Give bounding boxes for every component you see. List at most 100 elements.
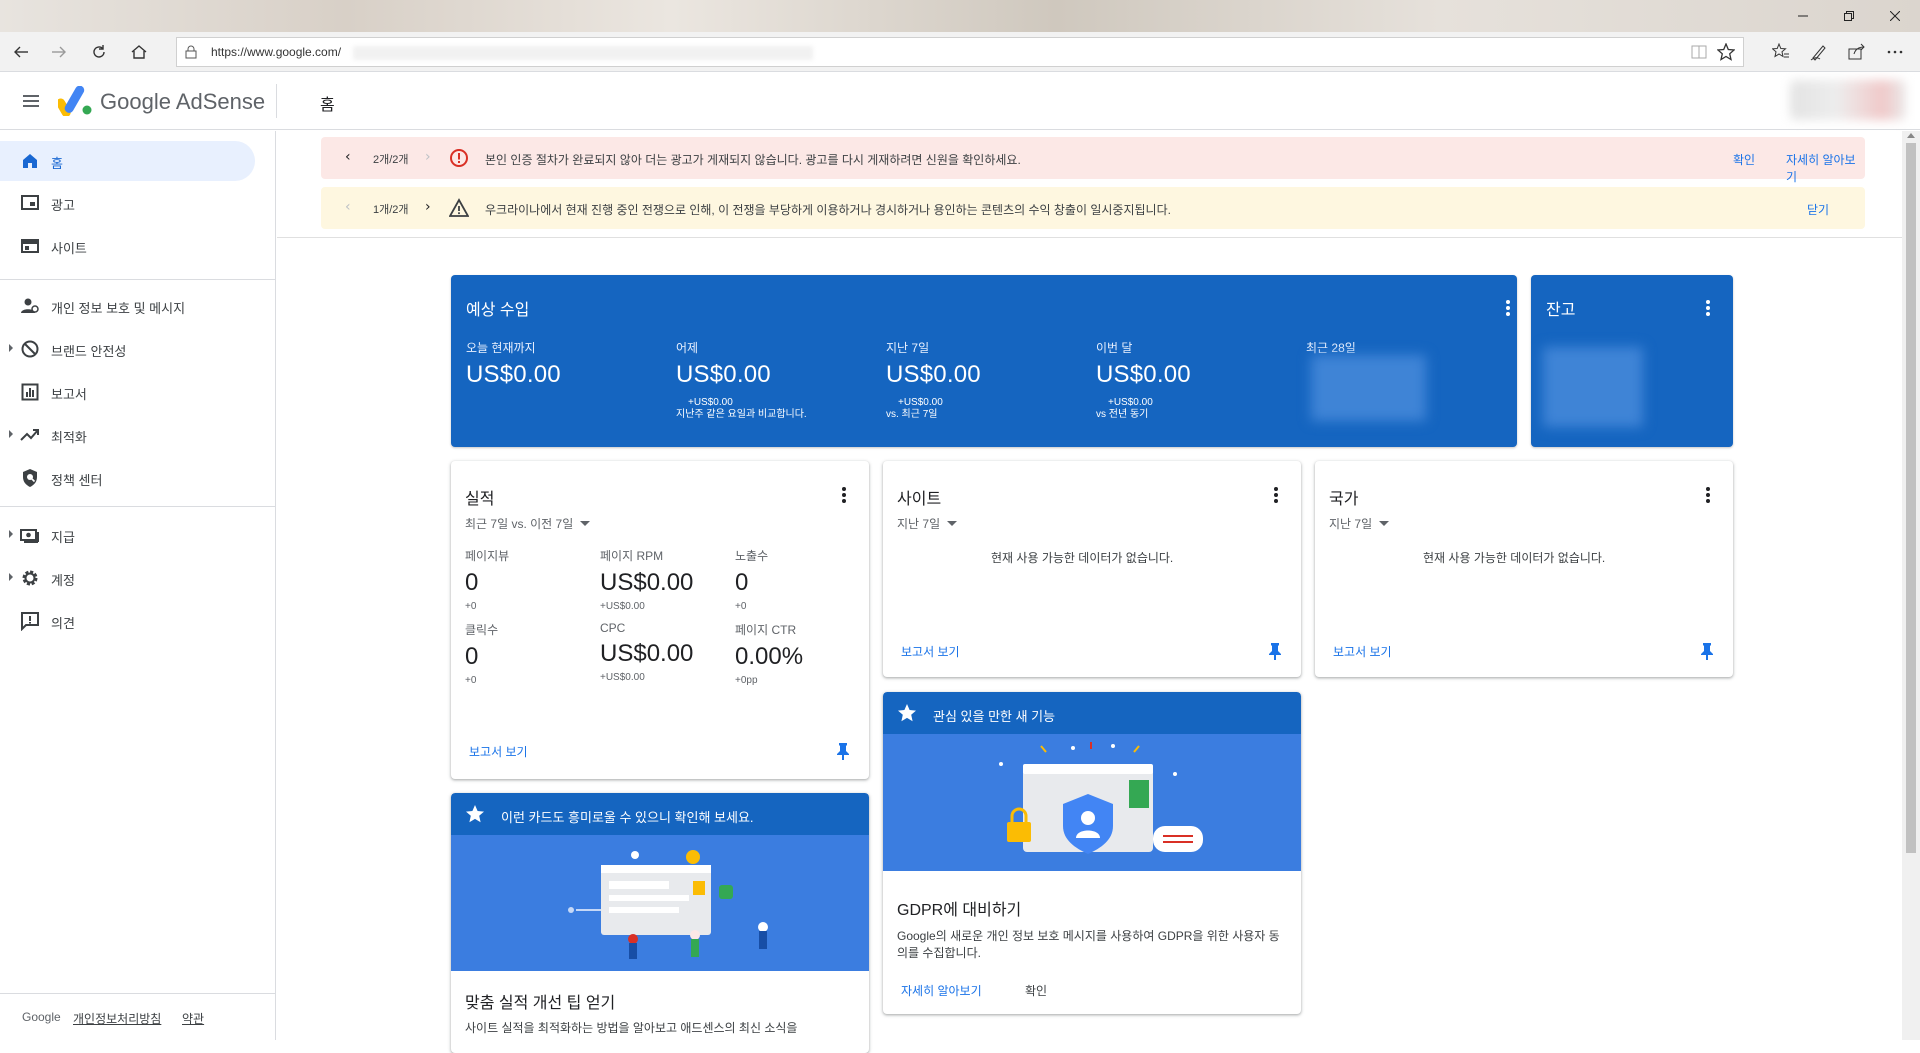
new-feature-promo-card: 관심 있을 만한 새 기능 GDPR에 대비하기 Google의 새로운 개인 … bbox=[883, 692, 1301, 1014]
restore-button[interactable] bbox=[1826, 0, 1872, 32]
more-vert-icon[interactable] bbox=[1274, 487, 1278, 503]
account-avatar[interactable] bbox=[1790, 80, 1906, 120]
sidebar-item-ads[interactable]: 광고 bbox=[0, 183, 255, 223]
favorites-list-icon bbox=[1772, 43, 1789, 58]
pin-icon[interactable] bbox=[1267, 642, 1283, 660]
sidebar-item-account[interactable]: 계정 bbox=[0, 558, 255, 598]
terms-link[interactable]: 약관 bbox=[182, 1010, 204, 1027]
sidebar-item-sites[interactable]: 사이트 bbox=[0, 226, 255, 266]
sidebar-item-label: 개인 정보 보호 및 메시지 bbox=[51, 301, 186, 316]
earnings-last-28-days: 최근 28일 bbox=[1306, 339, 1356, 356]
back-arrow-icon bbox=[14, 46, 28, 58]
share-button[interactable] bbox=[1842, 38, 1872, 66]
metric-delta: +US$0.00 bbox=[600, 672, 645, 683]
reading-view-icon[interactable] bbox=[1691, 44, 1707, 60]
hamburger-menu-icon[interactable] bbox=[20, 89, 44, 113]
blurred-28-day-value bbox=[1311, 355, 1426, 421]
trending-up-icon bbox=[20, 429, 39, 441]
home-icon bbox=[23, 154, 37, 168]
sidebar-item-optimization[interactable]: 최적화 bbox=[0, 415, 255, 455]
sidebar-item-label: 지급 bbox=[51, 530, 75, 545]
view-report-link[interactable]: 보고서 보기 bbox=[901, 643, 960, 660]
sidebar-item-brand-safety[interactable]: 브랜드 안전성 bbox=[0, 329, 255, 369]
metric-clicks: 클릭수 0 +0 bbox=[465, 621, 498, 686]
metric-label: 어제 bbox=[676, 341, 699, 355]
more-vert-icon[interactable] bbox=[1706, 300, 1710, 316]
sidebar-item-policy-center[interactable]: 정책 센터 bbox=[0, 458, 255, 498]
sidebar-item-label: 보고서 bbox=[51, 387, 87, 402]
next-notice-icon[interactable]: › bbox=[425, 149, 431, 165]
metric-delta: +0 bbox=[735, 601, 747, 612]
view-report-link[interactable]: 보고서 보기 bbox=[1333, 643, 1392, 660]
verification-alert-banner: ‹ 2개/2개 › 본인 인증 절차가 완료되지 않아 더는 광고가 게재되지 … bbox=[321, 137, 1865, 184]
more-vert-icon[interactable] bbox=[1706, 487, 1710, 503]
learn-more-link[interactable]: 자세히 알아보기 bbox=[1786, 151, 1865, 185]
sidebar-item-payments[interactable]: 지급 bbox=[0, 515, 255, 555]
metric-label: 클릭수 bbox=[465, 623, 499, 637]
minimize-button[interactable] bbox=[1780, 0, 1826, 32]
refresh-icon bbox=[93, 45, 105, 58]
refresh-button[interactable] bbox=[84, 38, 114, 66]
sidebar-item-label: 계정 bbox=[51, 573, 75, 588]
promo-header-text: 관심 있을 만한 새 기능 bbox=[933, 709, 1056, 724]
empty-state-text: 현재 사용 가능한 데이터가 없습니다. bbox=[991, 551, 1174, 565]
metric-delta: +US$0.00 bbox=[1108, 397, 1153, 408]
more-vert-icon[interactable] bbox=[842, 487, 846, 503]
address-bar[interactable]: https://www.google.com/ bbox=[176, 37, 1744, 67]
privacy-icon bbox=[21, 298, 39, 313]
sidebar-item-feedback[interactable]: 의견 bbox=[0, 601, 255, 641]
empty-state-text: 현재 사용 가능한 데이터가 없습니다. bbox=[1423, 551, 1606, 565]
more-menu-button[interactable] bbox=[1880, 38, 1910, 66]
ads-icon bbox=[21, 195, 39, 210]
previous-notice-icon[interactable]: ‹ bbox=[345, 149, 351, 165]
expand-caret-icon[interactable] bbox=[9, 344, 13, 352]
metric-label: 이번 달 bbox=[1096, 341, 1133, 355]
favorites-hub-button[interactable] bbox=[1766, 38, 1796, 66]
back-button[interactable] bbox=[6, 38, 36, 66]
learn-more-link[interactable]: 자세히 알아보기 bbox=[901, 982, 982, 999]
expand-caret-icon[interactable] bbox=[9, 573, 13, 581]
favorite-star-icon[interactable] bbox=[1717, 43, 1735, 61]
adsense-logo-icon[interactable] bbox=[58, 86, 92, 116]
forward-button[interactable] bbox=[44, 38, 74, 66]
expand-caret-icon[interactable] bbox=[9, 530, 13, 538]
confirm-identity-button[interactable]: 확인 bbox=[1733, 151, 1755, 168]
brand-name[interactable]: Google AdSense bbox=[100, 89, 265, 115]
date-range-dropdown[interactable]: 지난 7일 bbox=[1329, 515, 1390, 532]
metric-value: US$0.00 bbox=[600, 640, 694, 667]
forward-arrow-icon bbox=[52, 46, 66, 58]
sidebar-item-reports[interactable]: 보고서 bbox=[0, 372, 255, 412]
sidebar-item-label: 사이트 bbox=[51, 241, 87, 256]
confirm-button[interactable]: 확인 bbox=[1025, 982, 1047, 999]
scrollbar-thumb[interactable] bbox=[1906, 143, 1916, 853]
warning-triangle-icon bbox=[449, 198, 469, 217]
previous-notice-icon[interactable]: ‹ bbox=[345, 199, 351, 215]
metric-cpc: CPC US$0.00 +US$0.00 bbox=[600, 621, 693, 683]
metric-page-ctr: 페이지 CTR 0.00% +0pp bbox=[735, 621, 803, 686]
sidebar-item-home[interactable]: 홈 bbox=[0, 141, 255, 181]
view-report-link[interactable]: 보고서 보기 bbox=[469, 743, 528, 760]
card-title: 국가 bbox=[1329, 491, 1359, 508]
block-icon bbox=[21, 340, 39, 358]
balance-card: 잔고 bbox=[1531, 275, 1733, 447]
privacy-policy-link[interactable]: 개인정보처리방침 bbox=[73, 1010, 161, 1027]
blurred-balance-value bbox=[1543, 347, 1643, 427]
date-range-dropdown[interactable]: 최근 7일 vs. 이전 7일 bbox=[465, 515, 591, 532]
metric-value: 0 bbox=[735, 569, 749, 596]
more-vert-icon[interactable] bbox=[1506, 300, 1510, 316]
close-window-button[interactable] bbox=[1872, 0, 1918, 32]
dismiss-notice-button[interactable]: 닫기 bbox=[1807, 201, 1829, 218]
pin-icon[interactable] bbox=[835, 742, 851, 760]
pin-icon[interactable] bbox=[1699, 642, 1715, 660]
scroll-up-icon[interactable] bbox=[1907, 133, 1915, 138]
sidebar-item-privacy[interactable]: 개인 정보 보호 및 메시지 bbox=[0, 286, 255, 326]
next-notice-icon[interactable]: › bbox=[425, 199, 431, 215]
date-range-dropdown[interactable]: 지난 7일 bbox=[897, 515, 958, 532]
web-notes-button[interactable] bbox=[1804, 38, 1834, 66]
expand-caret-icon[interactable] bbox=[9, 430, 13, 438]
metric-value: 0 bbox=[465, 643, 479, 670]
promo-title: 맞춤 실적 개선 팁 얻기 bbox=[465, 995, 616, 1012]
home-button[interactable] bbox=[124, 38, 154, 66]
page-scrollbar[interactable] bbox=[1902, 131, 1920, 1040]
sidebar-item-label: 브랜드 안전성 bbox=[51, 344, 127, 359]
